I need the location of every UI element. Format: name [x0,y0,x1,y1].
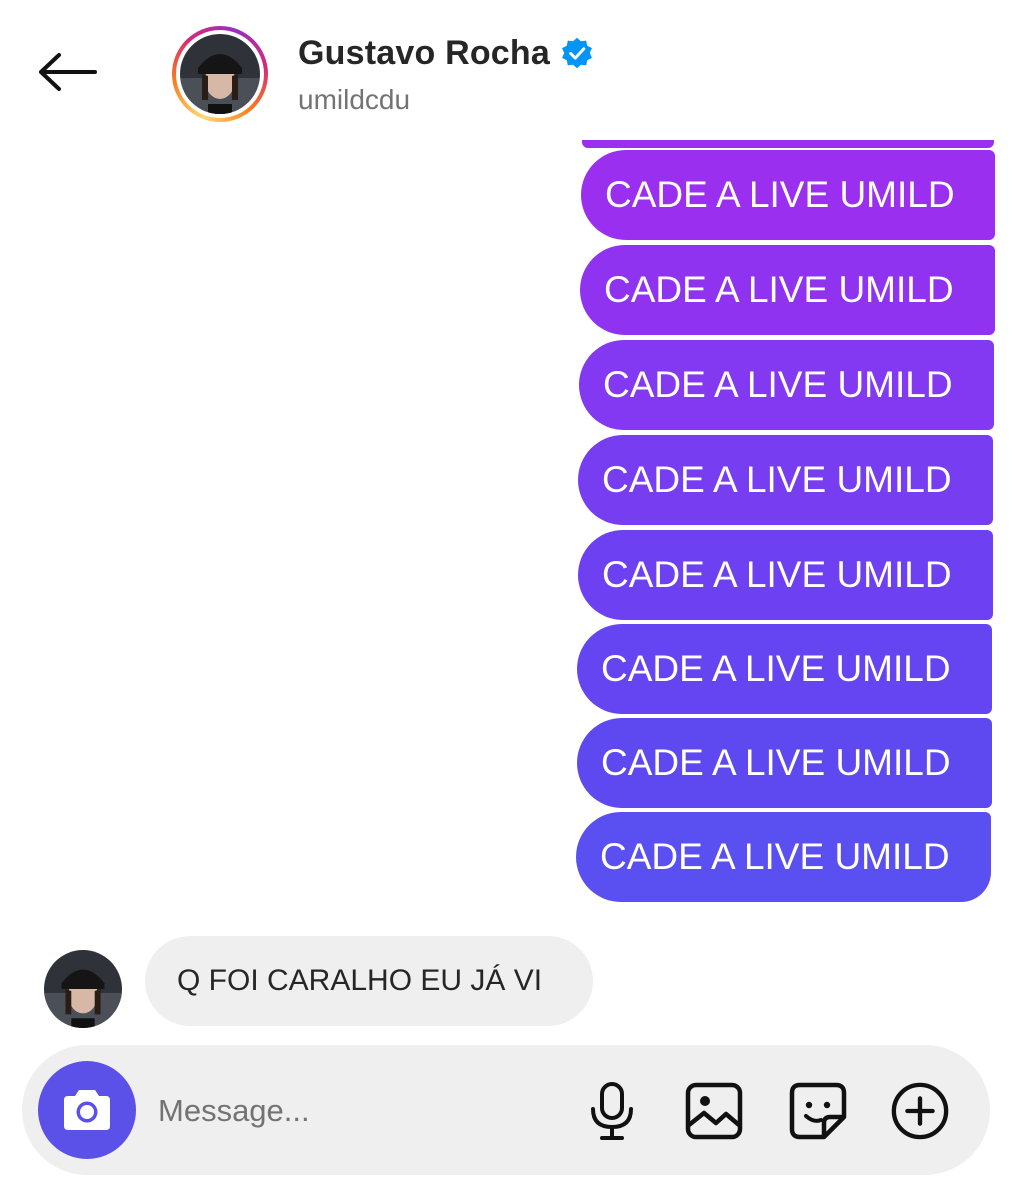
contact-name[interactable]: Gustavo Rocha [298,34,550,73]
outgoing-message[interactable]: CADE A LIVE UMILD [577,718,992,808]
message-text: CADE A LIVE UMILD [605,174,955,215]
message-thread: CADE A LIVE UMILD CADE A LIVE UMILD CADE… [0,138,1012,1038]
more-button[interactable] [890,1081,950,1141]
message-text: CADE A LIVE UMILD [600,836,950,877]
back-button[interactable] [30,40,104,104]
outgoing-message[interactable]: CADE A LIVE UMILD [577,624,992,714]
previous-bubble-edge [582,140,994,148]
message-text: CADE A LIVE UMILD [603,364,953,405]
camera-icon [64,1090,110,1130]
outgoing-message[interactable]: CADE A LIVE UMILD [581,150,995,240]
message-text: CADE A LIVE UMILD [602,459,952,500]
voice-button[interactable] [582,1081,642,1141]
sticker-icon [789,1082,847,1140]
chat-header: Gustavo Rocha umildcdu [0,0,1012,140]
sender-avatar[interactable] [44,950,122,1028]
message-input[interactable] [156,1081,560,1141]
plus-circle-icon [891,1082,949,1140]
profile-avatar[interactable] [172,26,268,122]
outgoing-message[interactable]: CADE A LIVE UMILD [578,435,993,525]
gallery-icon [685,1082,743,1140]
sticker-button[interactable] [788,1081,848,1141]
outgoing-message[interactable]: CADE A LIVE UMILD [576,812,991,902]
message-text: CADE A LIVE UMILD [601,742,951,783]
outgoing-message[interactable]: CADE A LIVE UMILD [579,340,994,430]
arrow-left-icon [39,53,97,91]
message-composer [22,1045,990,1175]
message-text: Q FOI CARALHO EU JÁ VI [177,964,543,997]
gallery-button[interactable] [684,1081,744,1141]
verified-badge-icon [562,37,592,69]
incoming-message[interactable]: Q FOI CARALHO EU JÁ VI [145,936,593,1026]
contact-handle: umildcdu [298,84,411,115]
microphone-icon [591,1082,633,1140]
camera-button[interactable] [38,1061,136,1159]
outgoing-message[interactable]: CADE A LIVE UMILD [580,245,995,335]
outgoing-message[interactable]: CADE A LIVE UMILD [578,530,993,620]
avatar-image [180,34,260,114]
message-text: CADE A LIVE UMILD [602,554,952,595]
message-text: CADE A LIVE UMILD [601,648,951,689]
message-text: CADE A LIVE UMILD [604,269,954,310]
